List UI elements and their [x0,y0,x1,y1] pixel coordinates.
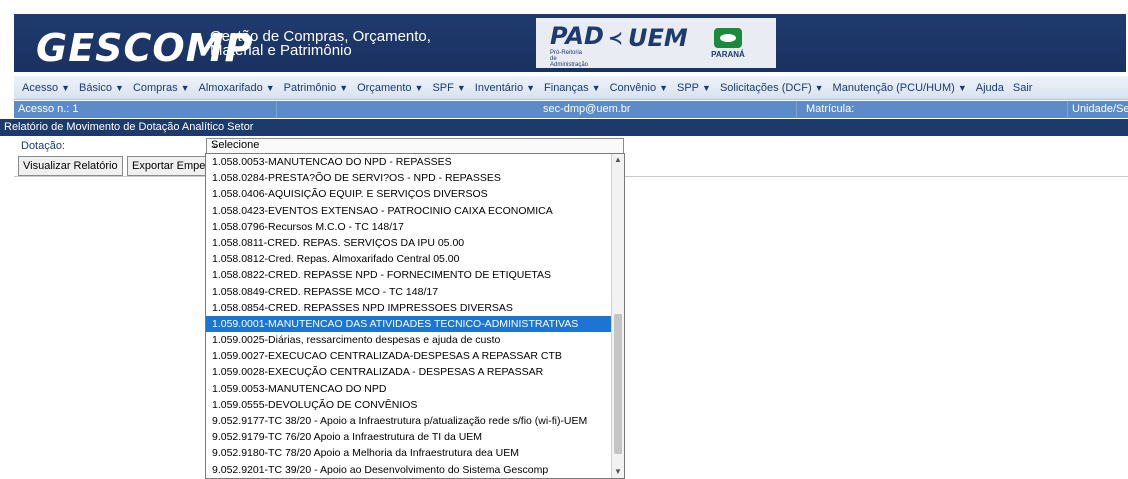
menu-item-solicita-es-dcf[interactable]: Solicitações (DCF) ▼ [720,82,824,94]
dropdown-option[interactable]: 1.058.0812-Cred. Repas. Almoxarifado Cen… [206,251,624,267]
menu-item-spp[interactable]: SPP ▼ [677,82,711,94]
chevron-down-icon: ⌄ [211,139,221,151]
menu-item-almoxarifado[interactable]: Almoxarifado ▼ [199,82,275,94]
dropdown-option[interactable]: 1.059.0001-MANUTENCAO DAS ATIVIDADES TEC… [206,315,624,333]
menu-item-label: Básico [79,81,113,94]
access-number: Acesso n.: 1 [18,103,79,115]
info-bar: Acesso n.: 1 sec-dmp@uem.br Matrícula: U… [14,101,1128,118]
menu-item-patrim-nio[interactable]: Patrimônio ▼ [284,82,349,94]
dropdown-option[interactable]: 9.052.9179-TC 76/20 Apoio a Infraestrutu… [206,429,624,445]
dropdown-option[interactable]: 1.058.0406-AQUISIÇÃO EQUIP. E SERVIÇOS D… [206,186,624,202]
menu-item-ajuda[interactable]: Ajuda [976,82,1004,94]
menu-item-label: Inventário [474,81,524,94]
chevron-down-icon: ▼ [265,82,275,93]
scroll-up-icon[interactable]: ▲ [613,155,623,165]
menu-item-sair[interactable]: Sair [1013,82,1033,94]
dropdown-option[interactable]: 1.058.0423-EVENTOS EXTENSAO - PATROCINIO… [206,203,624,219]
app-tagline: Gestão de Compras, Orçamento, Material e… [210,29,450,59]
menu-item-label: Solicitações (DCF) [719,81,812,94]
menu-item-finan-as[interactable]: Finanças ▼ [544,82,601,94]
main-menu: Acesso ▼ Básico ▼ Compras ▼ Almoxarifado ▼ Patri… [14,76,1128,100]
dropdown-option[interactable]: 1.059.0025-Diárias, ressarcimento despes… [206,332,624,348]
dropdown-option[interactable]: 1.059.0028-EXECUÇÃO CENTRALIZADA - DESPE… [206,364,624,380]
menu-item-label: Convênio [609,81,657,94]
dotacao-dropdown-list[interactable]: 1.058.0053-MANUTENCAO DO NPD - REPASSES 1… [205,153,625,479]
dropdown-option[interactable]: 9.052.9180-TC 78/20 Apoio a Melhoria da … [206,445,624,461]
view-report-button[interactable]: Visualizar Relatório [18,156,123,176]
chevron-down-icon: ▼ [61,82,70,93]
menu-item-label: SPF [432,81,454,94]
divider [796,101,797,118]
dropdown-option[interactable]: 1.058.0284-PRESTA?ÕO DE SERVI?OS - NPD -… [206,170,624,186]
menu-item-label: Sair [1012,81,1033,94]
parana-logo: PARANÁ [708,26,748,62]
dotacao-select[interactable]: Selecione ⌄ [206,138,624,154]
dropdown-option[interactable]: 9.052.9201-TC 39/20 - Apoio ao Desenvolv… [206,462,624,478]
menu-item-b-sico[interactable]: Básico ▼ [79,82,124,94]
dropdown-option[interactable]: 1.058.0053-MANUTENCAO DO NPD - REPASSES [206,154,624,170]
dropdown-option[interactable]: 1.058.0854-CRED. REPASSES NPD IMPRESSOES… [206,300,624,316]
pad-subtitle: Pró-Reitoria de Administração [550,50,589,68]
dropdown-option[interactable]: 1.058.0796-Recursos M.C.O - TC 148/17 [206,219,624,235]
menu-item-label: Acesso [22,81,59,94]
divider [1067,101,1068,118]
menu-item-acesso[interactable]: Acesso ▼ [22,82,70,94]
dropdown-option[interactable]: 1.059.0027-EXECUCAO CENTRALIZADA-DESPESA… [206,348,624,364]
menu-item-label: Manutenção (PCU/HUM) [832,81,955,94]
uem-logo: UEM [628,24,688,52]
unidade-label: Unidade/Se [1072,103,1128,115]
chevron-down-icon: ▼ [814,82,824,93]
menu-item-spf[interactable]: SPF ▼ [432,82,465,94]
menu-item-or-amento[interactable]: Orçamento ▼ [357,82,423,94]
dropdown-option[interactable]: 1.058.0849-CRED. REPASSE MCO - TC 148/17 [206,284,624,300]
parana-flag-icon [714,28,742,48]
dropdown-option[interactable]: 1.059.0053-MANUTENCAO DO NPD [206,381,624,397]
chevron-down-icon: ▼ [957,82,967,93]
chevron-down-icon: ▼ [180,82,190,93]
page-title-bar: Relatório de Movimento de Dotação Analít… [0,119,1128,136]
chevron-down-icon: ▼ [591,82,601,93]
dotacao-label: Dotação: [21,140,66,152]
chevron-down-icon: ▼ [456,82,466,93]
menu-item-label: Orçamento [357,81,412,94]
divider [276,101,277,118]
partner-logos: PAD Pró-Reitoria de Administração ≺ UEM … [536,18,776,68]
menu-item-label: Ajuda [975,81,1004,94]
page-title: Relatório de Movimento de Dotação Analít… [4,121,254,133]
scroll-thumb[interactable] [614,314,622,454]
uem-mark-icon: ≺ [608,28,624,48]
dotacao-row: Dotação: Selecione ⌄ [14,138,1128,154]
export-button[interactable]: Exportar Emper [127,156,215,176]
scroll-down-icon[interactable]: ▼ [613,467,623,477]
chevron-down-icon: ▼ [115,82,124,93]
chevron-down-icon: ▼ [339,82,349,93]
menu-item-label: Finanças [544,81,589,94]
dropdown-option[interactable]: 1.059.0555-DEVOLUÇÃO DE CONVÊNIOS [206,397,624,413]
chevron-down-icon: ▼ [526,82,536,93]
menu-item-compras[interactable]: Compras ▼ [133,82,190,94]
dropdown-option[interactable]: 1.058.0822-CRED. REPASSE NPD - FORNECIME… [206,267,624,283]
chevron-down-icon: ▼ [702,82,711,93]
chevron-down-icon: ▼ [659,82,668,93]
dropdown-option[interactable]: 1.058.0811-CRED. REPAS. SERVIÇOS DA IPU … [206,235,624,251]
menu-item-invent-rio[interactable]: Inventário ▼ [475,82,535,94]
menu-item-label: Compras [132,81,178,94]
tagline-line2: Material e Patrimônio [210,42,352,59]
dropdown-option[interactable]: 9.052.9177-TC 38/20 - Apoio a Infraestru… [206,413,624,429]
dropdown-scrollbar[interactable]: ▲ ▼ [611,154,624,478]
menu-item-conv-nio[interactable]: Convênio ▼ [610,82,668,94]
matricula-label: Matrícula: [806,103,855,115]
menu-item-label: Patrimônio [283,81,337,94]
pad-logo: PAD [550,22,604,50]
menu-item-label: Almoxarifado [198,81,263,94]
menu-item-manuten-o-pcu-hum[interactable]: Manutenção (PCU/HUM) ▼ [833,82,967,94]
app-banner: GESCOMP Gestão de Compras, Orçamento, Ma… [14,14,1126,72]
menu-item-label: SPP [677,81,700,94]
chevron-down-icon: ▼ [414,82,424,93]
parana-label: PARANÁ [711,50,745,59]
user-email: sec-dmp@uem.br [543,103,631,115]
